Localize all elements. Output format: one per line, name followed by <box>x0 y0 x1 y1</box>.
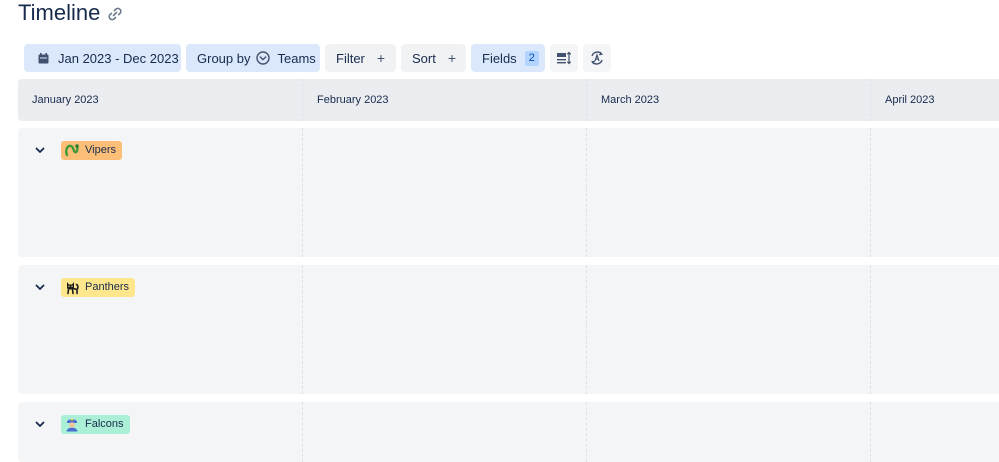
refresh-letter-icon <box>588 49 606 67</box>
link-icon[interactable] <box>106 5 124 23</box>
snake-icon <box>64 142 80 158</box>
cat-icon <box>64 279 80 295</box>
timeline-header: January 2023 February 2023 March 2023 Ap… <box>18 79 999 121</box>
grid-divider <box>870 128 871 257</box>
grid-divider <box>870 402 871 462</box>
date-range-label: Jan 2023 - Dec 2023 <box>58 50 179 66</box>
team-tag[interactable]: Vipers <box>61 140 122 160</box>
grid-divider <box>302 402 303 462</box>
chevron-down-icon[interactable] <box>33 143 47 157</box>
group-by-label: Group by <box>197 50 251 66</box>
fields-label: Fields <box>482 50 517 66</box>
team-name: Falcons <box>85 418 124 430</box>
sort-button[interactable]: Sort + <box>401 44 466 72</box>
calendar-icon <box>38 52 49 64</box>
chevron-down-icon[interactable] <box>33 280 47 294</box>
swimlane-vipers: Vipers <box>18 128 999 257</box>
toolbar: Jan 2023 - Dec 2023 Group by Teams Filte… <box>24 44 616 72</box>
page-header: Timeline <box>18 0 124 28</box>
month-column-header: April 2023 <box>870 79 999 121</box>
lane-header: Panthers <box>18 277 136 297</box>
month-column-header: January 2023 <box>32 94 99 106</box>
month-column-header: March 2023 <box>586 79 870 121</box>
filter-label: Filter <box>336 50 365 66</box>
plus-icon: + <box>376 50 386 66</box>
chevron-circle-icon <box>256 51 271 65</box>
team-tag[interactable]: Falcons <box>61 414 130 434</box>
auto-schedule-button[interactable] <box>583 44 611 72</box>
fields-count-badge: 2 <box>524 50 539 66</box>
grid-divider <box>586 128 587 257</box>
lane-header: Falcons <box>18 414 130 434</box>
grid-divider <box>870 265 871 394</box>
swimlane-panthers: Panthers <box>18 265 999 394</box>
filter-button[interactable]: Filter + <box>325 44 396 72</box>
date-range-button[interactable]: Jan 2023 - Dec 2023 <box>24 44 181 72</box>
lane-header: Vipers <box>18 140 122 160</box>
group-by-value: Teams <box>277 50 316 66</box>
row-height-button[interactable] <box>550 44 578 72</box>
team-name: Panthers <box>85 281 130 293</box>
group-by-button[interactable]: Group by Teams <box>186 44 320 72</box>
fields-button[interactable]: Fields 2 <box>471 44 545 72</box>
page-title: Timeline <box>18 0 101 25</box>
plus-icon: + <box>447 50 457 66</box>
month-column-header: February 2023 <box>302 79 586 121</box>
team-tag[interactable]: Panthers <box>61 277 136 297</box>
grid-divider <box>586 402 587 462</box>
swimlane-falcons: Falcons <box>18 402 999 462</box>
team-name: Vipers <box>85 144 116 156</box>
grid-divider <box>302 128 303 257</box>
grid-divider <box>586 265 587 394</box>
grid-divider <box>302 265 303 394</box>
sort-label: Sort <box>412 50 436 66</box>
chevron-down-icon[interactable] <box>33 417 47 431</box>
row-height-icon <box>556 51 572 65</box>
pilot-icon <box>64 416 80 432</box>
